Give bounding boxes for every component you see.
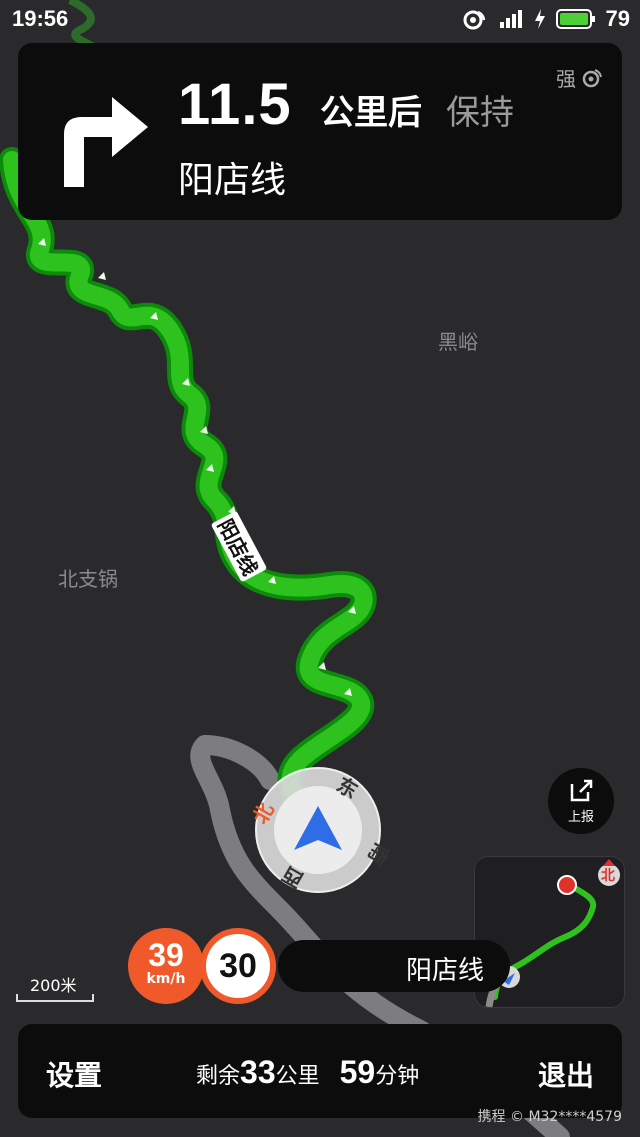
- report-label: 上报: [567, 809, 594, 825]
- battery-level: 79: [605, 6, 630, 31]
- remaining-time: 59: [339, 1054, 376, 1090]
- remaining-info: 剩余 33 公里 59 分钟: [196, 1054, 419, 1091]
- scale-label: 200米: [30, 976, 77, 995]
- speed-limit-value: 30: [219, 946, 257, 985]
- clock: 19:56: [12, 6, 69, 31]
- edit-report-icon: [570, 779, 593, 801]
- remaining-distance-unit: 公里: [275, 1064, 320, 1089]
- settings-button[interactable]: 设置: [46, 1054, 102, 1094]
- maneuver-card[interactable]: 11.5 公里后 保持 阳店线 强: [18, 43, 622, 220]
- map-scale: 200米: [16, 972, 94, 1002]
- maneuver-action: 保持: [446, 93, 514, 133]
- turn-right-icon: [64, 97, 148, 187]
- scale-bar: [16, 994, 94, 1002]
- hotspot-icon: [463, 10, 485, 30]
- place-label-heiyu: 黑峪: [438, 330, 478, 354]
- battery-icon: [555, 9, 595, 29]
- maneuver-road: 阳店线: [178, 160, 287, 201]
- watermark: 携程 © M32****4579: [477, 1109, 622, 1125]
- remaining-distance: 33: [240, 1054, 276, 1090]
- remaining-prefix: 剩余: [196, 1064, 241, 1089]
- current-speed-badge: 39 km/h: [128, 928, 204, 1004]
- compass: [255, 767, 381, 893]
- current-speed-unit: km/h: [146, 971, 186, 987]
- current-road-name: 阳店线: [406, 956, 485, 986]
- status-bar: 19:56 79: [0, 0, 640, 40]
- maneuver-distance: 11.5: [178, 72, 292, 137]
- report-button[interactable]: 上报: [548, 768, 614, 834]
- place-label-beizhiguo: 北支锅: [58, 567, 118, 591]
- remaining-time-unit: 分钟: [375, 1064, 420, 1089]
- minimap-north: 北: [601, 868, 615, 884]
- gps-signal: 强: [556, 63, 604, 92]
- maneuver-unit: 公里后: [320, 93, 422, 133]
- current-speed-value: 39: [148, 937, 184, 973]
- satellite-icon: [582, 68, 602, 87]
- bottom-bar: 设置 剩余 33 公里 59 分钟 退出: [18, 1024, 622, 1118]
- gps-signal-label: 强: [556, 67, 576, 91]
- current-road-pill: 阳店线: [278, 940, 510, 992]
- charging-icon: [534, 9, 545, 29]
- speed-limit-sign: 30: [200, 928, 276, 1004]
- exit-button[interactable]: 退出: [538, 1054, 594, 1094]
- signal-icon: [499, 10, 522, 28]
